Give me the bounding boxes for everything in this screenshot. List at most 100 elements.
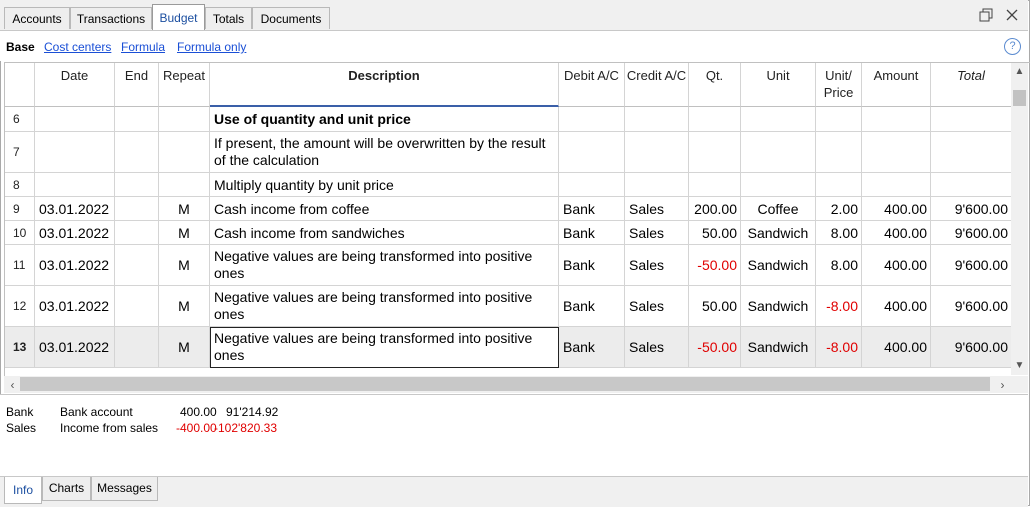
cell-date[interactable]: 03.01.2022 [35,327,115,368]
cell-date[interactable]: 03.01.2022 [35,197,115,221]
cell-qty[interactable] [689,132,741,173]
cell-qty[interactable] [689,173,741,197]
column-header-credit[interactable]: Credit A/C [625,63,689,107]
scroll-up-icon[interactable]: ▲ [1011,66,1028,77]
cell-repeat[interactable]: M [159,327,210,368]
cell-date[interactable]: 03.01.2022 [35,245,115,286]
cell-date[interactable]: 03.01.2022 [35,286,115,327]
cell-qty[interactable]: -50.00 [689,327,741,368]
cell-description[interactable]: If present, the amount will be overwritt… [210,132,559,173]
column-header-end[interactable]: End [115,63,159,107]
cell-end[interactable] [115,132,159,173]
cell-debit[interactable] [559,107,625,132]
cell-total[interactable]: 9'600.00 [931,286,1012,327]
cell-qty[interactable] [689,107,741,132]
cell-debit[interactable]: Bank [559,221,625,245]
cell-amount[interactable] [862,107,931,132]
cell-repeat[interactable]: M [159,197,210,221]
cell-unit-price[interactable]: -8.00 [816,286,862,327]
cell-date[interactable] [35,173,115,197]
cell-total[interactable]: 9'600.00 [931,221,1012,245]
cell-amount[interactable]: 400.00 [862,327,931,368]
cell-unit-price[interactable]: 8.00 [816,245,862,286]
cell-unit[interactable]: Sandwich [741,286,816,327]
cell-end[interactable] [115,327,159,368]
cell-amount[interactable]: 400.00 [862,245,931,286]
cell-total[interactable] [931,132,1012,173]
cell-unit-price[interactable] [816,132,862,173]
cell-total[interactable]: 9'600.00 [931,327,1012,368]
view-cost-centers[interactable]: Cost centers [44,40,111,54]
cell-credit[interactable] [625,132,689,173]
cell-credit[interactable]: Sales [625,245,689,286]
cell-qty[interactable]: 50.00 [689,221,741,245]
cell-debit[interactable] [559,132,625,173]
cell-total[interactable] [931,107,1012,132]
column-header-total[interactable]: Total [931,63,1012,107]
cell-description[interactable]: Multiply quantity by unit price [210,173,559,197]
cell-unit[interactable]: Coffee [741,197,816,221]
cell-total[interactable]: 9'600.00 [931,197,1012,221]
cell-unit-price[interactable]: -8.00 [816,327,862,368]
cell-unit-price[interactable] [816,107,862,132]
tab-accounts[interactable]: Accounts [4,7,70,29]
scroll-right-icon[interactable]: › [994,378,1011,392]
cell-qty[interactable]: 50.00 [689,286,741,327]
column-header-description[interactable]: Description [210,63,559,107]
cell-amount[interactable] [862,132,931,173]
scroll-left-icon[interactable]: ‹ [4,378,21,392]
cell-repeat[interactable]: M [159,221,210,245]
close-icon[interactable] [1004,8,1020,24]
tab-charts[interactable]: Charts [42,477,91,501]
cell-credit[interactable]: Sales [625,327,689,368]
tab-messages[interactable]: Messages [91,477,158,501]
cell-unit-price[interactable]: 2.00 [816,197,862,221]
cell-unit[interactable]: Sandwich [741,221,816,245]
cell-description[interactable]: Negative values are being transformed in… [210,245,559,286]
tab-transactions[interactable]: Transactions [70,7,152,29]
cell-end[interactable] [115,245,159,286]
cell-date[interactable] [35,132,115,173]
cell-qty[interactable]: -50.00 [689,245,741,286]
cell-total[interactable]: 9'600.00 [931,245,1012,286]
tab-info[interactable]: Info [4,477,42,504]
column-header-unit-price[interactable]: Unit/ Price [816,63,862,107]
column-header-qty[interactable]: Qt. [689,63,741,107]
cell-description[interactable]: Cash income from coffee [210,197,559,221]
cell-date[interactable]: 03.01.2022 [35,221,115,245]
cell-debit[interactable]: Bank [559,327,625,368]
cell-repeat[interactable]: M [159,286,210,327]
cell-end[interactable] [115,221,159,245]
cell-description[interactable]: Negative values are being transformed in… [210,327,559,368]
cell-repeat[interactable] [159,132,210,173]
cell-unit-price[interactable]: 8.00 [816,221,862,245]
cell-debit[interactable]: Bank [559,245,625,286]
view-formula-only[interactable]: Formula only [177,40,246,54]
cell-end[interactable] [115,107,159,132]
cell-repeat[interactable] [159,107,210,132]
cell-description[interactable]: Use of quantity and unit price [210,107,559,132]
cell-total[interactable] [931,173,1012,197]
cell-qty[interactable]: 200.00 [689,197,741,221]
column-header-repeat[interactable]: Repeat [159,63,210,107]
cell-unit[interactable] [741,173,816,197]
cell-repeat[interactable]: M [159,245,210,286]
help-icon[interactable]: ? [1004,38,1021,55]
column-header-debit[interactable]: Debit A/C [559,63,625,107]
cell-amount[interactable]: 400.00 [862,286,931,327]
view-formula[interactable]: Formula [121,40,165,54]
cell-amount[interactable]: 400.00 [862,197,931,221]
cell-unit[interactable] [741,107,816,132]
cell-credit[interactable]: Sales [625,286,689,327]
column-header-amount[interactable]: Amount [862,63,931,107]
horizontal-scroll-thumb[interactable] [20,377,990,391]
cell-end[interactable] [115,173,159,197]
cell-credit[interactable] [625,173,689,197]
cell-amount[interactable] [862,173,931,197]
cell-unit-price[interactable] [816,173,862,197]
cell-credit[interactable]: Sales [625,221,689,245]
cell-end[interactable] [115,197,159,221]
vertical-scroll-thumb[interactable] [1013,90,1026,106]
scroll-down-icon[interactable]: ▼ [1011,360,1028,371]
cell-end[interactable] [115,286,159,327]
